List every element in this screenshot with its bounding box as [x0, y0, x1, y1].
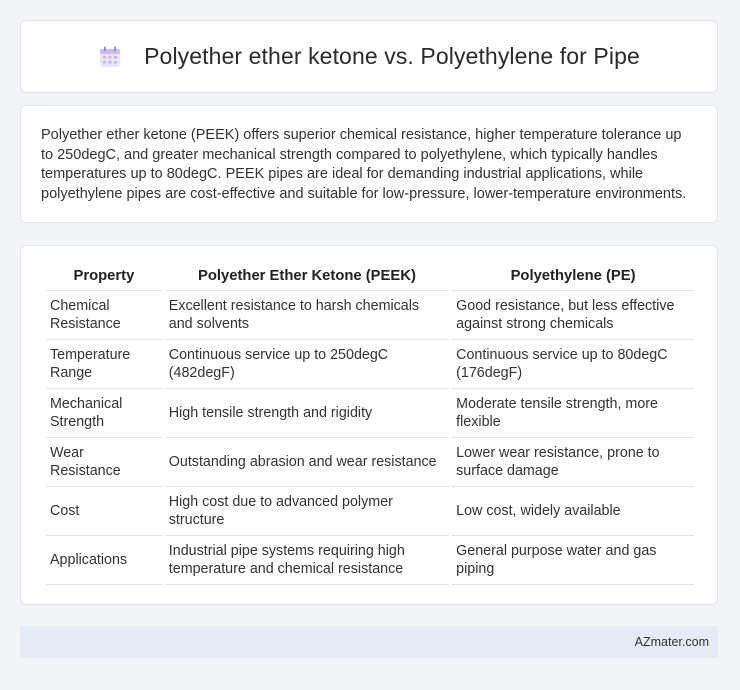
- table-row: Applications Industrial pipe systems req…: [46, 536, 694, 585]
- table-row: Wear Resistance Outstanding abrasion and…: [46, 438, 694, 487]
- property-cell: Wear Resistance: [46, 438, 162, 487]
- comparison-table: Property Polyether Ether Ketone (PEEK) P…: [43, 262, 697, 585]
- page-title: Polyether ether ketone vs. Polyethylene …: [144, 43, 640, 69]
- header-peek: Polyether Ether Ketone (PEEK): [164, 262, 450, 291]
- table-row: Cost High cost due to advanced polymer s…: [46, 487, 694, 536]
- pe-cell: Good resistance, but less effective agai…: [452, 291, 694, 340]
- summary-card: Polyether ether ketone (PEEK) offers sup…: [20, 105, 718, 223]
- table-row: Mechanical Strength High tensile strengt…: [46, 389, 694, 438]
- pe-cell: General purpose water and gas piping: [452, 536, 694, 585]
- calendar-icon: [98, 45, 122, 69]
- peek-cell: Continuous service up to 250degC (482deg…: [164, 340, 450, 389]
- table-header-row: Property Polyether Ether Ketone (PEEK) P…: [46, 262, 694, 291]
- pe-cell: Continuous service up to 80degC (176degF…: [452, 340, 694, 389]
- title-card: Polyether ether ketone vs. Polyethylene …: [20, 20, 718, 93]
- pe-cell: Lower wear resistance, prone to surface …: [452, 438, 694, 487]
- property-cell: Temperature Range: [46, 340, 162, 389]
- summary-text: Polyether ether ketone (PEEK) offers sup…: [41, 127, 687, 202]
- table-row: Temperature Range Continuous service up …: [46, 340, 694, 389]
- property-cell: Mechanical Strength: [46, 389, 162, 438]
- header-property: Property: [46, 262, 162, 291]
- peek-cell: High cost due to advanced polymer struct…: [164, 487, 450, 536]
- footer: AZmater.com: [20, 626, 718, 658]
- peek-cell: High tensile strength and rigidity: [164, 389, 450, 438]
- property-cell: Applications: [46, 536, 162, 585]
- comparison-card: Property Polyether Ether Ketone (PEEK) P…: [20, 245, 718, 605]
- table-row: Chemical Resistance Excellent resistance…: [46, 291, 694, 340]
- property-cell: Cost: [46, 487, 162, 536]
- footer-brand[interactable]: AZmater.com: [635, 635, 709, 649]
- pe-cell: Low cost, widely available: [452, 487, 694, 536]
- property-cell: Chemical Resistance: [46, 291, 162, 340]
- peek-cell: Industrial pipe systems requiring high t…: [164, 536, 450, 585]
- pe-cell: Moderate tensile strength, more flexible: [452, 389, 694, 438]
- peek-cell: Excellent resistance to harsh chemicals …: [164, 291, 450, 340]
- peek-cell: Outstanding abrasion and wear resistance: [164, 438, 450, 487]
- header-pe: Polyethylene (PE): [452, 262, 694, 291]
